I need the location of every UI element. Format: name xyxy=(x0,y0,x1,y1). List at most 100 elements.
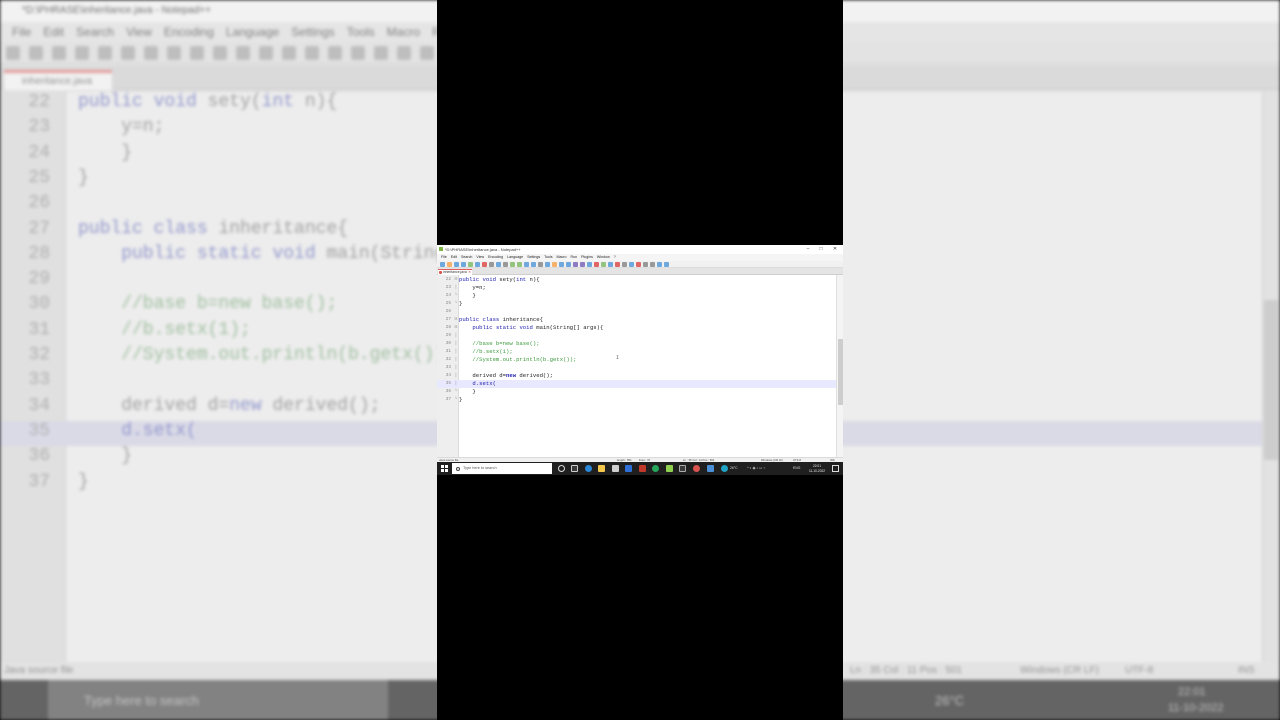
line-number: 29 xyxy=(445,333,451,338)
code-line[interactable]: 29 │ xyxy=(437,332,836,340)
bg-code-token: sety( xyxy=(207,92,262,112)
toolbar-button-icon[interactable] xyxy=(587,262,592,267)
toolbar-button-icon[interactable] xyxy=(538,262,543,267)
cortana-icon[interactable] xyxy=(558,465,565,472)
toolbar-button-icon[interactable] xyxy=(475,262,480,267)
code-line[interactable]: 30 │ //base b=new base(); xyxy=(437,340,836,348)
file-explorer-icon[interactable] xyxy=(598,465,605,472)
code-line[interactable]: 26 xyxy=(437,308,836,316)
chrome-icon[interactable] xyxy=(652,465,659,472)
code-line[interactable]: 25 └} xyxy=(437,300,836,308)
store-icon[interactable] xyxy=(612,465,619,472)
menu-item[interactable]: Tools xyxy=(544,254,552,261)
mail-icon[interactable] xyxy=(625,465,632,472)
taskbar-clock[interactable]: 22:01 11-10-2022 xyxy=(807,464,827,473)
code-line[interactable]: 31 │ //b.setx(1); xyxy=(437,348,836,356)
toolbar-button-icon[interactable] xyxy=(643,262,648,267)
fold-marker-icon[interactable]: │ xyxy=(453,332,459,340)
code-line[interactable]: 32 │ //System.out.println(b.getx()); xyxy=(437,356,836,364)
toolbar-button-icon[interactable] xyxy=(664,262,669,267)
toolbar-button-icon[interactable] xyxy=(622,262,627,267)
menu-item[interactable]: Language xyxy=(507,254,523,261)
video-frame: *D:\PHRASE\inheritance.java - Notepad++ … xyxy=(0,0,1280,720)
toolbar-button-icon[interactable] xyxy=(580,262,585,267)
menu-item[interactable]: Edit xyxy=(451,254,457,261)
toolbar-button-icon[interactable] xyxy=(636,262,641,267)
toolbar-button-icon[interactable] xyxy=(608,262,613,267)
bg-code-token: void xyxy=(153,92,208,112)
menu-item[interactable]: Run xyxy=(571,254,578,261)
code-line[interactable]: 37 └} xyxy=(437,396,836,404)
windows-start-icon[interactable] xyxy=(441,465,448,472)
code-editor-app-icon[interactable] xyxy=(707,465,714,472)
menu-item[interactable]: Macro xyxy=(557,254,567,261)
toolbar-button-icon[interactable] xyxy=(524,262,529,267)
code-line[interactable]: 34 │ derived d=new derived(); xyxy=(437,372,836,380)
toolbar-button-icon[interactable] xyxy=(510,262,515,267)
bg-weather: 26°C xyxy=(935,693,965,708)
bg-search: Type here to search xyxy=(48,680,388,720)
toolbar-button-icon[interactable] xyxy=(503,262,508,267)
toolbar-button-icon[interactable] xyxy=(650,262,655,267)
code-line[interactable]: 23 │ y=n; xyxy=(437,284,836,292)
media-app-icon[interactable] xyxy=(639,465,646,472)
code-line[interactable]: 33 │ xyxy=(437,364,836,372)
task-view-icon[interactable] xyxy=(571,465,578,472)
menu-item[interactable]: Plugins xyxy=(581,254,593,261)
toolbar-button-icon[interactable] xyxy=(559,262,564,267)
terminal-icon[interactable] xyxy=(679,465,686,472)
minimize-button[interactable]: – xyxy=(803,246,813,253)
tray-icons[interactable]: ^ ◐ ◉ ♪ ▭ ⌁ xyxy=(747,462,765,475)
language-indicator[interactable]: ENG xyxy=(793,462,800,475)
code-line[interactable]: 27 ⊟ public class inheritance{ xyxy=(437,316,836,324)
bg-code-text: } xyxy=(78,168,89,188)
code-line[interactable]: 22 ⊟ public void sety(int n){ xyxy=(437,276,836,284)
taskbar-search-input[interactable]: Type here to search xyxy=(452,463,552,474)
toolbar-button-icon[interactable] xyxy=(517,262,522,267)
code-editor[interactable]: I 22 ⊟ public void sety(int n){23 │ y=n; 24 └… xyxy=(437,275,843,457)
code-line[interactable]: 36 └ } xyxy=(437,388,836,396)
menu-item[interactable]: View xyxy=(476,254,484,261)
code-text: //System.out.println(b.getx()); xyxy=(459,356,576,364)
toolbar-button-icon[interactable] xyxy=(601,262,606,267)
menu-item[interactable]: Window xyxy=(597,254,610,261)
toolbar-button-icon[interactable] xyxy=(566,262,571,267)
toolbar-button-icon[interactable] xyxy=(482,262,487,267)
toolbar-button-icon[interactable] xyxy=(594,262,599,267)
toolbar-button-icon[interactable] xyxy=(440,262,445,267)
scroll-thumb[interactable] xyxy=(838,339,843,405)
vertical-scrollbar[interactable] xyxy=(836,275,843,457)
code-text: } xyxy=(459,388,475,396)
toolbar-button-icon[interactable] xyxy=(573,262,578,267)
toolbar-button-icon[interactable] xyxy=(496,262,501,267)
bg-status-file: Java source file xyxy=(4,665,74,676)
toolbar-button-icon[interactable] xyxy=(531,262,536,267)
menu-item[interactable]: Settings xyxy=(527,254,540,261)
code-line[interactable]: 28 ⊟ public static void main(String[] arg… xyxy=(437,324,836,332)
line-number: 33 xyxy=(445,365,451,370)
edge-icon[interactable] xyxy=(585,465,592,472)
toolbar-button-icon[interactable] xyxy=(629,262,634,267)
fold-marker-icon[interactable]: │ xyxy=(453,364,459,372)
bg-time: 22:01 xyxy=(1178,686,1206,698)
toolbar-button-icon[interactable] xyxy=(461,262,466,267)
toolbar-button-icon[interactable] xyxy=(552,262,557,267)
toolbar-button-icon[interactable] xyxy=(447,262,452,267)
toolbar-button-icon[interactable] xyxy=(545,262,550,267)
record-icon[interactable] xyxy=(693,465,700,472)
toolbar-button-icon[interactable] xyxy=(615,262,620,267)
notification-icon[interactable] xyxy=(832,465,839,472)
maximize-button[interactable]: □ xyxy=(816,246,826,253)
code-line[interactable]: 24 └ } xyxy=(437,292,836,300)
menu-item[interactable]: Encoding xyxy=(488,254,503,261)
menu-item[interactable]: Search xyxy=(461,254,472,261)
code-line[interactable]: 35 │ d.setx( xyxy=(437,380,836,388)
notepad-plus-plus-taskbar-icon[interactable] xyxy=(666,465,673,472)
toolbar-button-icon[interactable] xyxy=(454,262,459,267)
toolbar-button-icon[interactable] xyxy=(468,262,473,267)
toolbar-button-icon[interactable] xyxy=(489,262,494,267)
close-button[interactable]: ✕ xyxy=(830,246,840,253)
toolbar-button-icon[interactable] xyxy=(657,262,662,267)
menu-item[interactable]: File xyxy=(441,254,447,261)
menu-item[interactable]: ? xyxy=(614,254,616,261)
